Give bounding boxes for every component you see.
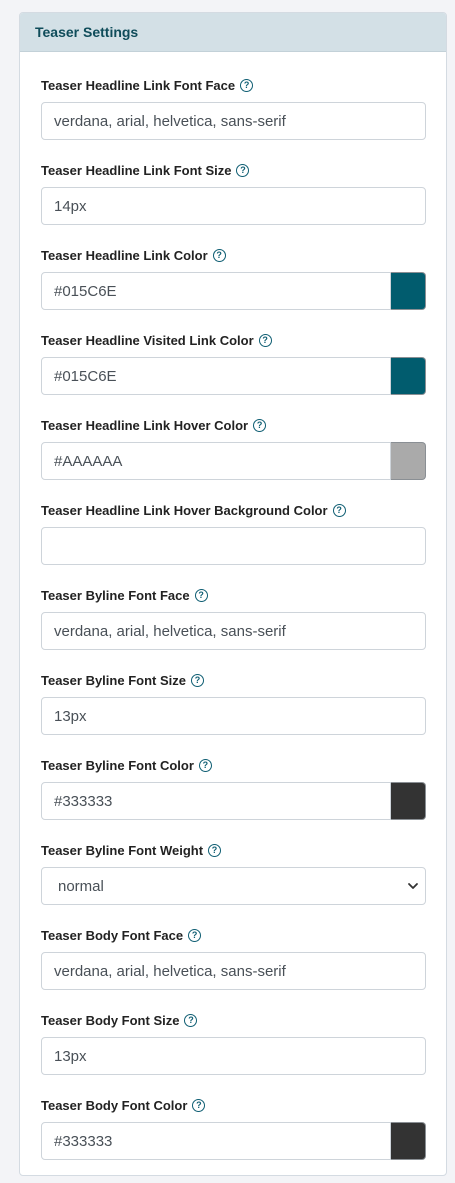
field-label: Teaser Byline Font Face (41, 587, 190, 603)
field-label: Teaser Headline Link Font Face (41, 77, 236, 93)
color-swatch[interactable] (391, 357, 426, 395)
field-headline-font-size: Teaser Headline Link Font Size? 14px (41, 161, 426, 225)
field-byline-font-face: Teaser Byline Font Face? verdana, arial,… (41, 586, 426, 650)
help-icon[interactable]: ? (212, 248, 226, 262)
field-label: Teaser Byline Font Weight (41, 842, 204, 858)
help-icon[interactable]: ? (188, 928, 202, 942)
help-icon[interactable]: ? (236, 163, 250, 177)
help-icon[interactable]: ? (190, 673, 204, 687)
field-label: Teaser Body Font Color (41, 1097, 188, 1113)
body-font-color-input[interactable]: #333333 (41, 1122, 391, 1160)
field-headline-hover-bg: Teaser Headline Link Hover Background Co… (41, 501, 426, 565)
byline-font-face-input[interactable]: verdana, arial, helvetica, sans-serif (41, 612, 426, 650)
chevron-down-icon (408, 883, 418, 889)
headline-font-size-input[interactable]: 14px (41, 187, 426, 225)
help-icon[interactable]: ? (194, 588, 208, 602)
panel-body: Teaser Headline Link Font Face? verdana,… (20, 52, 446, 1160)
byline-font-weight-select[interactable]: normal (41, 867, 426, 905)
field-label: Teaser Headline Link Color (41, 247, 208, 263)
field-label: Teaser Body Font Face (41, 927, 184, 943)
field-label: Teaser Headline Link Hover Color (41, 417, 249, 433)
help-icon[interactable]: ? (184, 1013, 198, 1027)
panel-title: Teaser Settings (35, 24, 139, 40)
field-byline-font-weight: Teaser Byline Font Weight? normal (41, 841, 426, 905)
field-headline-link-color: Teaser Headline Link Color? #015C6E (41, 246, 426, 310)
headline-font-face-input[interactable]: verdana, arial, helvetica, sans-serif (41, 102, 426, 140)
field-body-font-face: Teaser Body Font Face? verdana, arial, h… (41, 926, 426, 990)
select-value: normal (58, 877, 104, 895)
field-label: Teaser Body Font Size (41, 1012, 180, 1028)
field-body-font-color: Teaser Body Font Color? #333333 (41, 1096, 426, 1160)
field-label: Teaser Byline Font Size (41, 672, 186, 688)
headline-hover-color-input[interactable]: #AAAAAA (41, 442, 391, 480)
color-swatch[interactable] (391, 1122, 426, 1160)
field-byline-font-size: Teaser Byline Font Size? 13px (41, 671, 426, 735)
field-headline-hover-color: Teaser Headline Link Hover Color? #AAAAA… (41, 416, 426, 480)
headline-visited-color-input[interactable]: #015C6E (41, 357, 391, 395)
byline-font-color-input[interactable]: #333333 (41, 782, 391, 820)
color-swatch[interactable] (391, 442, 426, 480)
field-label: Teaser Headline Link Font Size (41, 162, 232, 178)
field-byline-font-color: Teaser Byline Font Color? #333333 (41, 756, 426, 820)
body-font-face-input[interactable]: verdana, arial, helvetica, sans-serif (41, 952, 426, 990)
color-swatch[interactable] (391, 272, 426, 310)
headline-link-color-input[interactable]: #015C6E (41, 272, 391, 310)
help-icon[interactable]: ? (258, 333, 272, 347)
help-icon[interactable]: ? (332, 503, 346, 517)
field-label: Teaser Headline Visited Link Color (41, 332, 254, 348)
field-headline-font-face: Teaser Headline Link Font Face? verdana,… (41, 76, 426, 140)
help-icon[interactable]: ? (240, 78, 254, 92)
help-icon[interactable]: ? (253, 418, 267, 432)
field-headline-visited-color: Teaser Headline Visited Link Color? #015… (41, 331, 426, 395)
help-icon[interactable]: ? (198, 758, 212, 772)
teaser-settings-panel: Teaser Settings Teaser Headline Link Fon… (19, 12, 447, 1176)
panel-header: Teaser Settings (20, 13, 446, 52)
body-font-size-input[interactable]: 13px (41, 1037, 426, 1075)
help-icon[interactable]: ? (208, 843, 222, 857)
color-swatch[interactable] (391, 782, 426, 820)
field-label: Teaser Byline Font Color (41, 757, 194, 773)
field-label: Teaser Headline Link Hover Background Co… (41, 502, 328, 518)
field-body-font-size: Teaser Body Font Size? 13px (41, 1011, 426, 1075)
byline-font-size-input[interactable]: 13px (41, 697, 426, 735)
headline-hover-bg-input[interactable] (41, 527, 426, 565)
help-icon[interactable]: ? (192, 1098, 206, 1112)
